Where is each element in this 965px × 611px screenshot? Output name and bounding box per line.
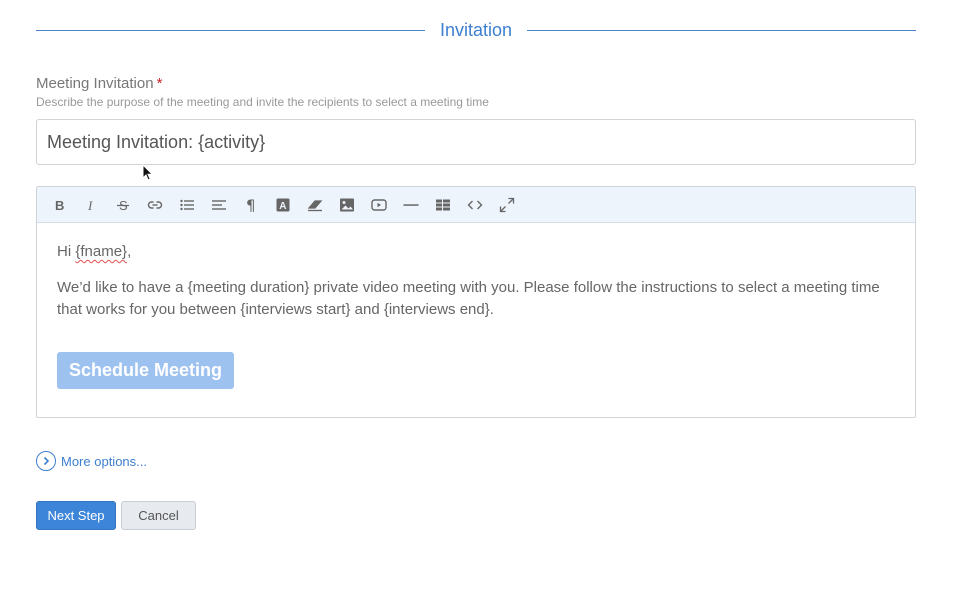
fullscreen-button[interactable] bbox=[491, 189, 523, 221]
field-label: Meeting Invitation * bbox=[36, 75, 162, 92]
bold-button[interactable]: B bbox=[43, 189, 75, 221]
svg-text:B: B bbox=[55, 198, 64, 213]
section-divider: Invitation bbox=[36, 18, 917, 42]
rich-text-editor: B I S ¶ A Hi {fname}, We’d like to have … bbox=[36, 186, 916, 418]
editor-content[interactable]: Hi {fname}, We’d like to have a {meeting… bbox=[37, 223, 915, 339]
paragraph-button[interactable]: ¶ bbox=[235, 189, 267, 221]
eraser-icon bbox=[307, 199, 323, 211]
text-color-icon: A bbox=[276, 198, 290, 212]
next-step-button[interactable]: Next Step bbox=[36, 501, 116, 530]
greeting-prefix: Hi bbox=[57, 243, 76, 260]
more-options-link[interactable]: More options... bbox=[36, 451, 147, 471]
fullscreen-icon bbox=[499, 197, 515, 212]
svg-text:A: A bbox=[279, 201, 286, 212]
bullet-list-icon bbox=[180, 199, 194, 210]
svg-text:I: I bbox=[87, 198, 93, 213]
divider-line-right bbox=[527, 29, 917, 31]
bold-icon: B bbox=[55, 198, 64, 213]
required-marker: * bbox=[156, 75, 163, 92]
italic-button[interactable]: I bbox=[75, 189, 107, 221]
paragraph-icon: ¶ bbox=[246, 197, 256, 213]
image-icon bbox=[340, 198, 354, 211]
section-title: Invitation bbox=[439, 19, 513, 40]
video-button[interactable] bbox=[363, 189, 395, 221]
strikethrough-button[interactable]: S bbox=[107, 189, 139, 221]
strikethrough-icon: S bbox=[117, 198, 129, 213]
code-icon bbox=[467, 200, 483, 209]
chevron-right-circle-icon bbox=[36, 451, 56, 471]
editor-toolbar: B I S ¶ A bbox=[37, 187, 915, 223]
image-button[interactable] bbox=[331, 189, 363, 221]
table-button[interactable] bbox=[427, 189, 459, 221]
bullet-list-button[interactable] bbox=[171, 189, 203, 221]
svg-text:¶: ¶ bbox=[246, 197, 256, 213]
field-label-text: Meeting Invitation bbox=[36, 75, 154, 92]
code-view-button[interactable] bbox=[459, 189, 491, 221]
divider-line-left bbox=[36, 29, 425, 31]
video-icon bbox=[371, 198, 387, 211]
link-button[interactable] bbox=[139, 189, 171, 221]
italic-icon: I bbox=[87, 198, 93, 213]
table-icon bbox=[436, 199, 450, 210]
field-help-text: Describe the purpose of the meeting and … bbox=[36, 95, 489, 109]
align-button[interactable] bbox=[203, 189, 235, 221]
link-icon bbox=[147, 200, 163, 209]
page: Invitation Meeting Invitation * Describe … bbox=[0, 0, 965, 611]
fname-variable: {fname} bbox=[75, 243, 128, 260]
subject-input[interactable] bbox=[36, 119, 916, 165]
align-icon bbox=[212, 199, 226, 210]
eraser-button[interactable] bbox=[299, 189, 331, 221]
greeting-suffix: , bbox=[127, 243, 132, 260]
cancel-button[interactable]: Cancel bbox=[121, 501, 196, 530]
schedule-meeting-button[interactable]: Schedule Meeting bbox=[57, 352, 234, 389]
greeting-line: Hi {fname}, bbox=[57, 241, 895, 263]
more-options-label: More options... bbox=[61, 453, 147, 469]
invitation-body-text: We’d like to have a {meeting duration} p… bbox=[57, 279, 880, 318]
horizontal-rule-icon bbox=[403, 203, 419, 206]
horizontal-rule-button[interactable] bbox=[395, 189, 427, 221]
mouse-cursor-icon bbox=[142, 164, 154, 181]
text-color-button[interactable]: A bbox=[267, 189, 299, 221]
